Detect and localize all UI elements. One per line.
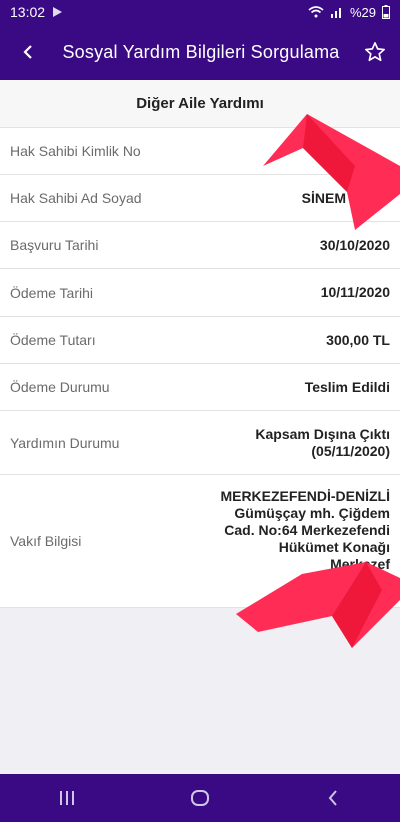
chevron-left-icon <box>23 45 32 59</box>
row-kimlik-no: Hak Sahibi Kimlik No <box>0 128 400 175</box>
row-label: Ödeme Durumu <box>10 379 110 395</box>
aid-info-card: Diğer Aile Yardımı Hak Sahibi Kimlik No … <box>0 80 400 608</box>
row-label: Hak Sahibi Kimlik No <box>10 143 141 159</box>
star-icon <box>365 42 385 62</box>
row-value: Kapsam Dışına Çıktı (05/11/2020) <box>255 425 390 459</box>
row-odeme-tutari: Ödeme Tutarı 300,00 TL <box>0 317 400 364</box>
row-vakif-bilgisi: Vakıf Bilgisi MERKEZEFENDİ-DENİZLİ Gümüş… <box>0 475 400 608</box>
favorite-button[interactable] <box>360 37 390 67</box>
row-label: Yardımın Durumu <box>10 434 120 451</box>
battery-percent: %29 <box>349 4 376 20</box>
home-button[interactable] <box>170 778 230 818</box>
row-value: 30/10/2020 <box>319 236 390 253</box>
recent-apps-icon <box>59 791 74 805</box>
wifi-icon <box>308 6 324 18</box>
recent-apps-button[interactable] <box>37 778 97 818</box>
row-value: SİNEM <box>301 189 346 206</box>
row-label: Vakıf Bilgisi <box>10 533 82 549</box>
card-title: Diğer Aile Yardımı <box>0 80 400 128</box>
row-label: Başvuru Tarihi <box>10 237 99 253</box>
row-odeme-tarihi: Ödeme Tarihi 10/11/2020 <box>0 269 400 317</box>
signal-icon <box>330 8 341 18</box>
back-nav-button[interactable] <box>303 778 363 818</box>
row-label: Hak Sahibi Ad Soyad <box>10 190 142 206</box>
row-odeme-durumu: Ödeme Durumu Teslim Edildi <box>0 364 400 411</box>
row-value: 10/11/2020 <box>320 284 390 300</box>
row-yardim-durumu: Yardımın Durumu Kapsam Dışına Çıktı (05/… <box>0 411 400 475</box>
row-value: Teslim Edildi <box>304 378 390 395</box>
page-title: Sosyal Yardım Bilgileri Sorgulama <box>62 41 340 62</box>
row-value: MERKEZEFENDİ-DENİZLİ Gümüşçay mh. Çiğdem… <box>220 488 390 572</box>
row-label: Ödeme Tutarı <box>10 332 96 348</box>
chevron-left-icon <box>328 790 338 806</box>
system-nav-bar <box>0 774 400 822</box>
status-time: 13:02 <box>10 4 46 20</box>
status-bar: 13:02 %29 <box>0 0 400 24</box>
row-ad-soyad: Hak Sahibi Ad Soyad SİNEM <box>0 175 400 222</box>
row-basvuru-tarihi: Başvuru Tarihi 30/10/2020 <box>0 222 400 269</box>
row-label: Ödeme Tarihi <box>10 284 94 301</box>
battery-icon <box>382 5 390 19</box>
row-value: 300,00 TL <box>326 331 390 348</box>
play-store-icon <box>53 7 63 17</box>
home-icon <box>190 790 209 806</box>
status-right: %29 <box>308 5 390 20</box>
app-bar: Sosyal Yardım Bilgileri Sorgulama <box>0 24 400 80</box>
back-button[interactable] <box>14 38 42 66</box>
